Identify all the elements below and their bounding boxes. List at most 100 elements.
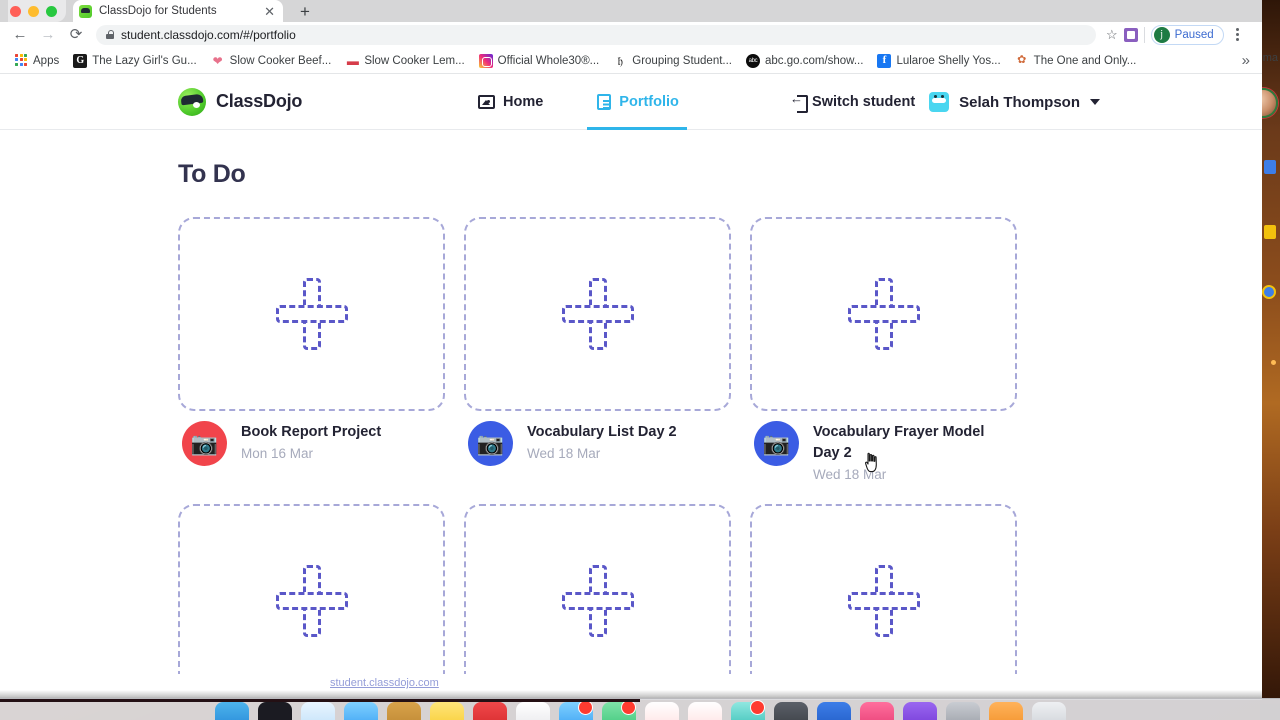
todo-section: To Do 📷 Book Report Project Mon 16 Mar 📷…	[0, 130, 1262, 690]
dock-icon-teal-app[interactable]	[730, 700, 765, 720]
browser-tab[interactable]: ClassDojo for Students ✕	[73, 0, 283, 22]
chrome-browser-window: ClassDojo for Students ✕ + ← → ⟳ student…	[0, 0, 1262, 700]
document-icon	[597, 94, 612, 110]
todo-card: 📷 Vocabulary List Day 2 Wed 18 Mar	[464, 217, 731, 482]
bookmark-item[interactable]: ▬ Slow Cooker Lem...	[339, 52, 470, 70]
dash-icon: ▬	[345, 53, 360, 68]
bookmark-item[interactable]: Official Whole30®...	[473, 52, 606, 70]
dock-icon-red-app[interactable]	[472, 702, 507, 720]
extension-icon[interactable]	[1123, 27, 1138, 42]
main-nav: Home Portfolio	[470, 74, 687, 130]
desktop-icon-small[interactable]	[1271, 360, 1276, 365]
tab-portfolio[interactable]: Portfolio	[587, 74, 687, 130]
dock-icon-dark[interactable]	[257, 702, 292, 720]
dock-icon-light-red[interactable]	[644, 702, 679, 720]
bookmark-item[interactable]: ✿ The One and Only...	[1009, 52, 1143, 70]
card-title: Vocabulary List Day 2	[527, 424, 677, 440]
instagram-icon	[478, 53, 493, 68]
bookmark-star-icon[interactable]: ☆	[1106, 27, 1118, 43]
dock-icon-pink-app[interactable]	[859, 702, 894, 720]
todo-card: 📷	[178, 504, 445, 690]
macos-dock	[0, 698, 1280, 720]
bookmark-item[interactable]: 𝔥 Grouping Student...	[607, 52, 738, 70]
bookmark-label: Slow Cooker Beef...	[229, 54, 332, 67]
brand-name: ClassDojo	[216, 91, 303, 111]
close-icon[interactable]: ✕	[264, 5, 277, 18]
page-title: To Do	[178, 160, 246, 188]
abc-icon: abc	[746, 53, 760, 68]
forward-button[interactable]: →	[36, 23, 60, 47]
minimize-window-button[interactable]	[28, 5, 39, 17]
upload-dropzone[interactable]	[178, 217, 445, 411]
upload-dropzone[interactable]	[750, 217, 1017, 411]
bookmark-item[interactable]: G The Lazy Girl's Gu...	[67, 52, 202, 70]
dock-icon-folder[interactable]	[386, 702, 421, 720]
desktop-icon-round[interactable]	[1262, 285, 1276, 299]
dock-icon-trash[interactable]	[1031, 702, 1066, 720]
card-meta: 📷 Vocabulary List Day 2 Wed 18 Mar	[464, 411, 731, 466]
dock-icon-dark-gray[interactable]	[773, 702, 808, 720]
facebook-icon: f	[877, 53, 892, 68]
apps-grid-icon	[14, 53, 28, 68]
bookmark-item[interactable]: abc abc.go.com/show...	[740, 52, 869, 70]
upload-dropzone[interactable]	[464, 217, 731, 411]
upload-dropzone[interactable]	[464, 504, 731, 690]
plus-icon	[561, 278, 634, 350]
dock-icon-blue-app[interactable]	[816, 702, 851, 720]
bookmark-label: The Lazy Girl's Gu...	[92, 54, 197, 67]
dock-icon-light-red-2[interactable]	[687, 702, 722, 720]
page-content: ClassDojo Home Portfolio Switch student	[0, 74, 1262, 690]
close-window-button[interactable]	[10, 5, 21, 17]
switch-student-button[interactable]: Switch student	[790, 92, 915, 113]
dock-icon-green-app[interactable]	[601, 700, 636, 720]
back-button[interactable]: ←	[8, 23, 32, 47]
dock-icon-safari[interactable]	[300, 702, 335, 720]
plus-icon	[847, 278, 920, 350]
dock-icon-notes[interactable]	[429, 702, 464, 720]
camera-icon: 📷	[754, 421, 799, 466]
dock-icon-mail[interactable]	[558, 700, 593, 720]
background-window-text: ma	[1262, 52, 1278, 64]
desktop-icon-blue[interactable]	[1264, 160, 1276, 174]
status-link-text: student.classdojo.com	[330, 677, 439, 689]
classdojo-favicon	[79, 4, 92, 18]
new-tab-button[interactable]: +	[292, 1, 318, 22]
plus-icon	[275, 565, 348, 638]
bookmark-item[interactable]: f Lularoe Shelly Yos...	[871, 52, 1006, 70]
dock-icon-finder[interactable]	[214, 702, 249, 720]
browser-toolbar: ← → ⟳ student.classdojo.com/#/portfolio …	[0, 22, 1262, 48]
address-bar[interactable]: student.classdojo.com/#/portfolio	[96, 24, 1096, 45]
dock-icon-purple-app[interactable]	[902, 702, 937, 720]
camera-icon: 📷	[182, 421, 227, 466]
desktop-icon-yellow[interactable]	[1264, 225, 1276, 239]
upload-dropzone[interactable]	[750, 504, 1017, 690]
tab-home[interactable]: Home	[470, 74, 551, 130]
bookmark-item[interactable]: ❤ Slow Cooker Beef...	[205, 52, 338, 70]
dock-icon-gray-app[interactable]	[945, 702, 980, 720]
classdojo-logo-icon	[178, 87, 206, 116]
card-date: Mon 16 Mar	[241, 446, 314, 462]
dock-icon-white-app[interactable]	[515, 702, 550, 720]
upload-dropzone[interactable]	[178, 504, 445, 690]
url-text: student.classdojo.com/#/portfolio	[121, 27, 296, 42]
chrome-menu-button[interactable]	[1230, 28, 1246, 41]
student-menu[interactable]: Selah Thompson	[929, 92, 1100, 112]
google-g-icon: G	[73, 53, 88, 68]
profile-chip[interactable]: j Paused	[1150, 24, 1224, 45]
bookmark-apps[interactable]: Apps	[8, 52, 65, 70]
dock-icon-messages[interactable]	[343, 702, 378, 720]
nytimes-t-icon: 𝔥	[613, 53, 628, 68]
tab-title: ClassDojo for Students	[99, 5, 217, 17]
brand-logo-block[interactable]: ClassDojo	[178, 87, 303, 116]
classdojo-header: ClassDojo Home Portfolio Switch student	[0, 74, 1262, 130]
reload-button[interactable]: ⟳	[64, 23, 88, 47]
todo-card: 📷 Vocabulary Frayer Model Day 2 Wed 18 M…	[750, 217, 1017, 482]
maximize-window-button[interactable]	[46, 5, 57, 17]
dock-icon-orange-app[interactable]	[988, 702, 1023, 720]
bookmark-label: Grouping Student...	[632, 54, 732, 67]
bookmarks-overflow-button[interactable]: »	[1238, 52, 1254, 69]
student-name-label: Selah Thompson	[959, 93, 1080, 111]
todo-card-grid: 📷 Book Report Project Mon 16 Mar 📷 Vocab…	[178, 217, 1262, 690]
bookmark-label: Apps	[33, 54, 60, 67]
switch-arrow-icon	[790, 92, 809, 113]
